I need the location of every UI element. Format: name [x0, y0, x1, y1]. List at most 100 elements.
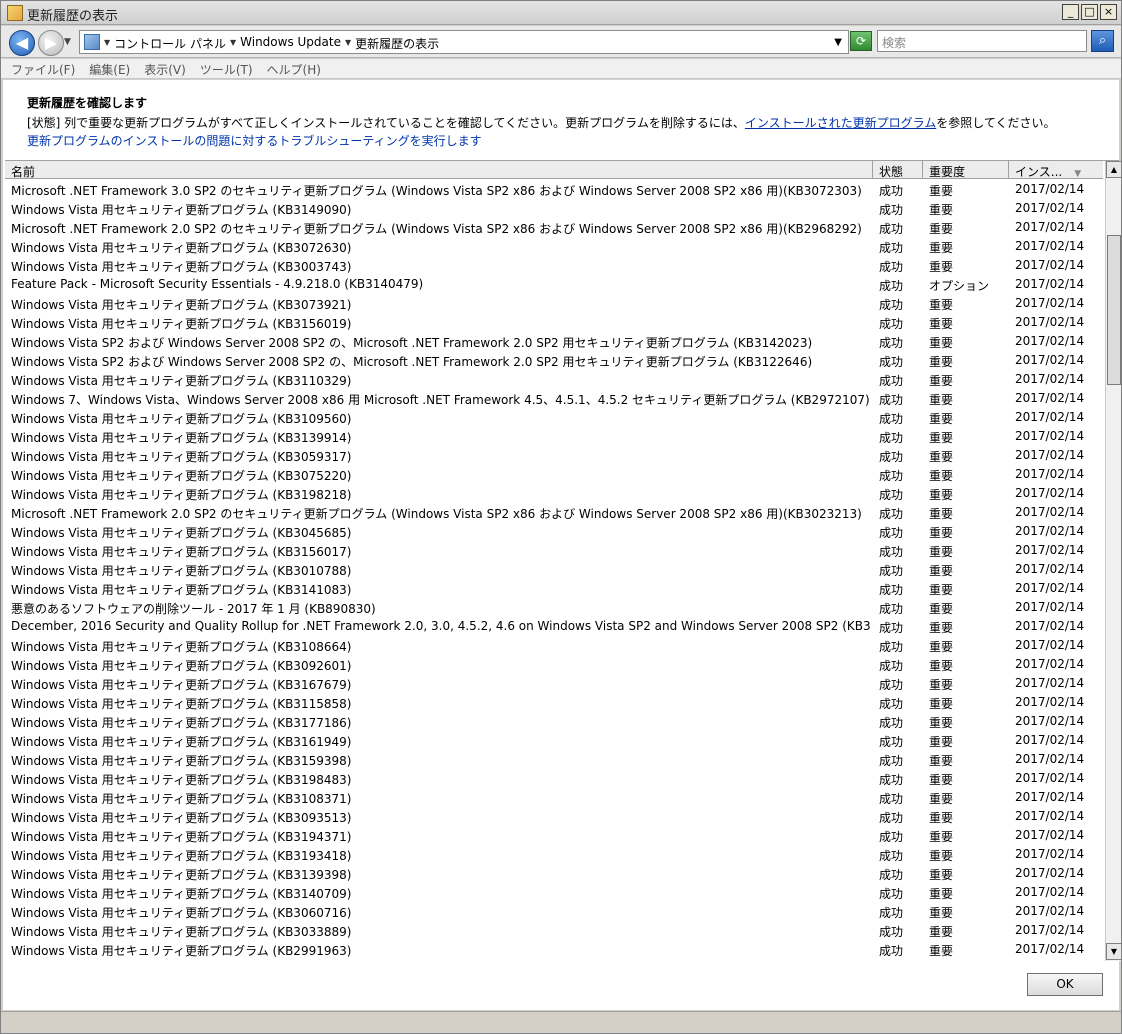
row-name: Windows Vista 用セキュリティ更新プログラム (KB3060716): [11, 906, 352, 920]
table-row[interactable]: Windows Vista 用セキュリティ更新プログラム (KB3072630)…: [5, 237, 1103, 256]
installed-updates-link[interactable]: インストールされた更新プログラム: [745, 116, 936, 130]
row-importance: 重要: [929, 830, 954, 844]
column-header-name[interactable]: 名前: [5, 161, 873, 179]
table-row[interactable]: Windows Vista 用セキュリティ更新プログラム (KB3156019)…: [5, 313, 1103, 332]
table-row[interactable]: Windows 7、Windows Vista、Windows Server 2…: [5, 389, 1103, 408]
menu-bar: ファイル(F) 編集(E) 表示(V) ツール(T) ヘルプ(H): [1, 59, 1121, 79]
table-row[interactable]: Windows Vista SP2 および Windows Server 200…: [5, 351, 1103, 370]
table-row[interactable]: Windows Vista 用セキュリティ更新プログラム (KB3140709)…: [5, 883, 1103, 902]
search-input[interactable]: 検索: [877, 30, 1087, 52]
table-row[interactable]: Windows Vista 用セキュリティ更新プログラム (KB3010788)…: [5, 560, 1103, 579]
row-status: 成功: [879, 621, 904, 635]
table-row[interactable]: Windows Vista 用セキュリティ更新プログラム (KB3141083)…: [5, 579, 1103, 598]
row-importance: 重要: [929, 355, 954, 369]
column-header-importance[interactable]: 重要度: [923, 161, 1009, 179]
back-arrow-icon[interactable]: ◀: [9, 30, 35, 56]
row-importance: 重要: [929, 602, 954, 616]
row-status: 成功: [879, 298, 904, 312]
table-row[interactable]: Windows Vista 用セキュリティ更新プログラム (KB3198218)…: [5, 484, 1103, 503]
column-header-installed[interactable]: インス... ▼: [1009, 161, 1103, 179]
breadcrumb-windows-update[interactable]: Windows Update: [240, 35, 341, 52]
row-name: Windows Vista 用セキュリティ更新プログラム (KB3059317): [11, 450, 352, 464]
address-bar[interactable]: ▼ コントロール パネル ▼ Windows Update ▼ 更新履歴の表示 …: [79, 30, 849, 54]
menu-file[interactable]: ファイル(F): [7, 59, 85, 78]
table-row[interactable]: Windows Vista 用セキュリティ更新プログラム (KB3108664)…: [5, 636, 1103, 655]
table-row[interactable]: Windows Vista 用セキュリティ更新プログラム (KB3149090)…: [5, 199, 1103, 218]
table-row[interactable]: Microsoft .NET Framework 3.0 SP2 のセキュリティ…: [5, 180, 1103, 199]
table-row[interactable]: December, 2016 Security and Quality Roll…: [5, 617, 1103, 636]
table-row[interactable]: Windows Vista SP2 および Windows Server 200…: [5, 332, 1103, 351]
table-row[interactable]: Windows Vista 用セキュリティ更新プログラム (KB3167679)…: [5, 674, 1103, 693]
breadcrumb-arrow-icon[interactable]: ▼: [230, 35, 236, 52]
row-importance: 重要: [929, 336, 954, 350]
row-importance: 重要: [929, 925, 954, 939]
row-importance: 重要: [929, 412, 954, 426]
table-row[interactable]: Windows Vista 用セキュリティ更新プログラム (KB3059317)…: [5, 446, 1103, 465]
menu-edit[interactable]: 編集(E): [85, 59, 140, 78]
table-row[interactable]: Windows Vista 用セキュリティ更新プログラム (KB3156017)…: [5, 541, 1103, 560]
table-row[interactable]: Windows Vista 用セキュリティ更新プログラム (KB3033889)…: [5, 921, 1103, 940]
ok-button[interactable]: OK: [1027, 973, 1103, 996]
row-importance: 重要: [929, 754, 954, 768]
table-row[interactable]: Windows Vista 用セキュリティ更新プログラム (KB3092601)…: [5, 655, 1103, 674]
menu-view[interactable]: 表示(V): [140, 59, 196, 78]
table-row[interactable]: Windows Vista 用セキュリティ更新プログラム (KB3139398)…: [5, 864, 1103, 883]
scrollbar-thumb[interactable]: [1107, 235, 1121, 385]
breadcrumb-arrow-icon[interactable]: ▼: [104, 35, 110, 52]
breadcrumb-update-history[interactable]: 更新履歴の表示: [355, 35, 439, 52]
table-row[interactable]: Windows Vista 用セキュリティ更新プログラム (KB3045685)…: [5, 522, 1103, 541]
refresh-icon[interactable]: ⟳: [850, 31, 872, 51]
table-row[interactable]: Windows Vista 用セキュリティ更新プログラム (KB3115858)…: [5, 693, 1103, 712]
menu-tools[interactable]: ツール(T): [196, 59, 263, 78]
row-install-date: 2017/02/14: [1015, 885, 1085, 899]
vertical-scrollbar[interactable]: ▲ ▼: [1105, 161, 1122, 961]
table-row[interactable]: Windows Vista 用セキュリティ更新プログラム (KB3093513)…: [5, 807, 1103, 826]
table-row[interactable]: Windows Vista 用セキュリティ更新プログラム (KB3198483)…: [5, 769, 1103, 788]
row-status: 成功: [879, 526, 904, 540]
table-row[interactable]: Windows Vista 用セキュリティ更新プログラム (KB3177186)…: [5, 712, 1103, 731]
table-row[interactable]: Windows Vista 用セキュリティ更新プログラム (KB3159398)…: [5, 750, 1103, 769]
maximize-button[interactable]: □: [1081, 4, 1098, 20]
table-row[interactable]: Windows Vista 用セキュリティ更新プログラム (KB3108371)…: [5, 788, 1103, 807]
menu-help[interactable]: ヘルプ(H): [263, 59, 331, 78]
breadcrumb-control-panel[interactable]: コントロール パネル: [114, 35, 226, 52]
table-row[interactable]: Windows Vista 用セキュリティ更新プログラム (KB3161949)…: [5, 731, 1103, 750]
row-name: Windows 7、Windows Vista、Windows Server 2…: [11, 393, 870, 407]
row-name: Microsoft .NET Framework 2.0 SP2 のセキュリティ…: [11, 507, 862, 521]
table-row[interactable]: Feature Pack - Microsoft Security Essent…: [5, 275, 1103, 294]
table-row[interactable]: Windows Vista 用セキュリティ更新プログラム (KB3110329)…: [5, 370, 1103, 389]
close-button[interactable]: ×: [1100, 4, 1117, 20]
table-row[interactable]: 悪意のあるソフトウェアの削除ツール - 2017 年 1 月 (KB890830…: [5, 598, 1103, 617]
table-row[interactable]: Windows Vista 用セキュリティ更新プログラム (KB3109560)…: [5, 408, 1103, 427]
title-bar[interactable]: 更新履歴の表示 _ □ ×: [1, 1, 1121, 25]
forward-arrow-icon[interactable]: ▶: [38, 30, 64, 56]
row-name: Windows Vista 用セキュリティ更新プログラム (KB3198218): [11, 488, 352, 502]
table-row[interactable]: Microsoft .NET Framework 2.0 SP2 のセキュリティ…: [5, 503, 1103, 522]
table-row[interactable]: Windows Vista 用セキュリティ更新プログラム (KB3060716)…: [5, 902, 1103, 921]
table-row[interactable]: Windows Vista 用セキュリティ更新プログラム (KB3003743)…: [5, 256, 1103, 275]
address-dropdown-icon[interactable]: ▼: [834, 37, 842, 48]
search-icon[interactable]: ⌕: [1091, 30, 1114, 52]
row-name: Windows Vista 用セキュリティ更新プログラム (KB3045685): [11, 526, 352, 540]
table-row[interactable]: Windows Vista 用セキュリティ更新プログラム (KB3139914)…: [5, 427, 1103, 446]
row-status: 成功: [879, 222, 904, 236]
table-row[interactable]: Microsoft .NET Framework 2.0 SP2 のセキュリティ…: [5, 218, 1103, 237]
minimize-button[interactable]: _: [1062, 4, 1079, 20]
table-row[interactable]: Windows Vista 用セキュリティ更新プログラム (KB3194371)…: [5, 826, 1103, 845]
table-row[interactable]: Windows Vista 用セキュリティ更新プログラム (KB3073921)…: [5, 294, 1103, 313]
row-name: Microsoft .NET Framework 3.0 SP2 のセキュリティ…: [11, 184, 862, 198]
scroll-down-icon[interactable]: ▼: [1106, 943, 1122, 960]
row-install-date: 2017/02/14: [1015, 220, 1085, 234]
scroll-up-icon[interactable]: ▲: [1106, 161, 1122, 178]
table-row[interactable]: Windows Vista 用セキュリティ更新プログラム (KB3193418)…: [5, 845, 1103, 864]
table-row[interactable]: Windows Vista 用セキュリティ更新プログラム (KB2991963)…: [5, 940, 1103, 959]
breadcrumb-arrow-icon[interactable]: ▼: [345, 35, 351, 52]
troubleshoot-link[interactable]: 更新プログラムのインストールの問題に対するトラブルシューティングを実行します: [27, 132, 482, 149]
column-header-status[interactable]: 状態: [873, 161, 923, 179]
row-install-date: 2017/02/14: [1015, 942, 1085, 956]
row-status: 成功: [879, 203, 904, 217]
history-dropdown-icon[interactable]: ▼: [64, 37, 71, 47]
window-app-icon: [7, 5, 23, 21]
row-importance: 重要: [929, 659, 954, 673]
table-row[interactable]: Windows Vista 用セキュリティ更新プログラム (KB3075220)…: [5, 465, 1103, 484]
